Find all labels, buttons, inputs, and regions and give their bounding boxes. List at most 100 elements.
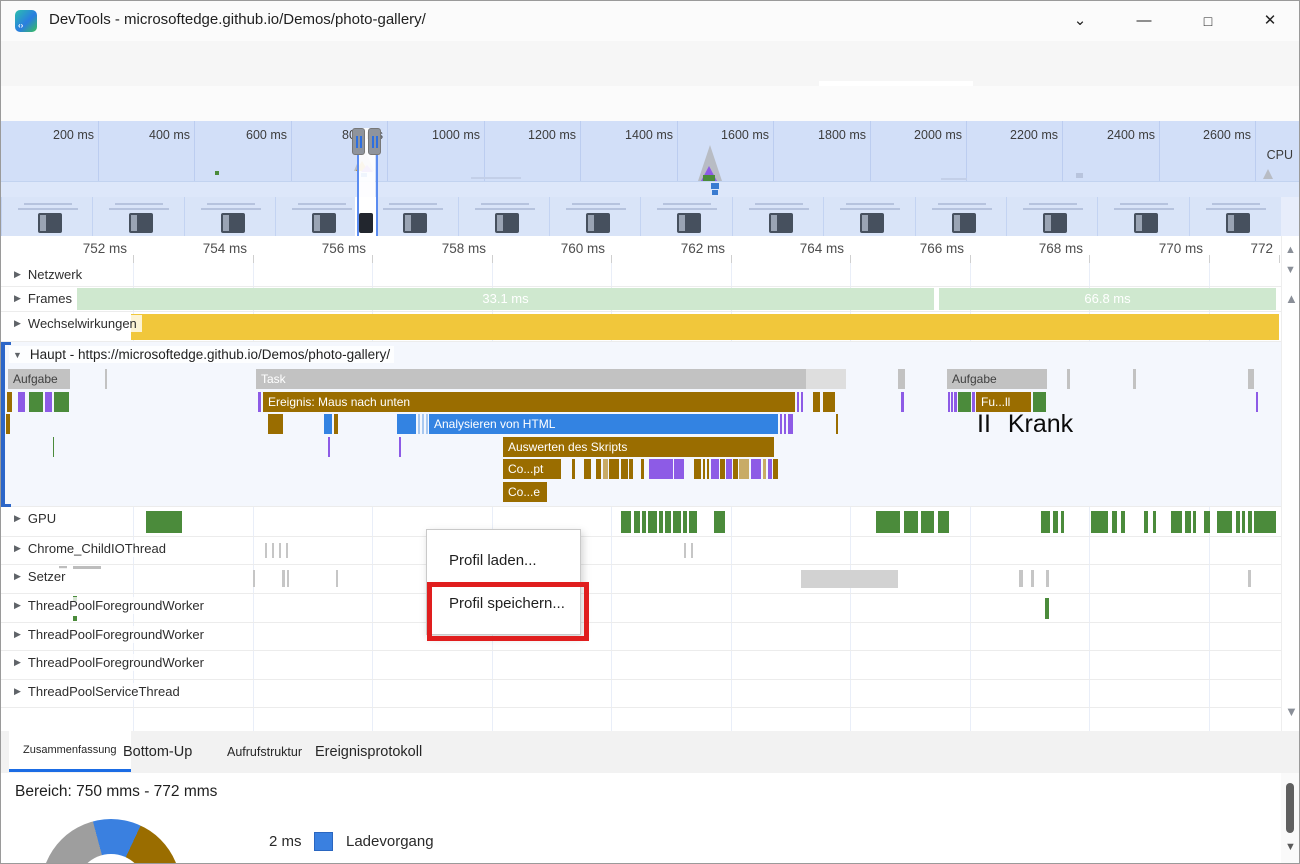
flame-bar-co-pt[interactable]: Co...pt xyxy=(503,459,561,479)
flame-bar-co-e[interactable]: Co...e xyxy=(503,482,547,502)
activity-bar[interactable] xyxy=(1171,511,1182,533)
flame-bar[interactable] xyxy=(954,392,957,412)
film-frame[interactable] xyxy=(92,197,184,236)
scroll-down-icon[interactable]: ▼ xyxy=(1285,841,1296,853)
flame-bar[interactable] xyxy=(958,392,971,412)
film-frame[interactable] xyxy=(1,197,93,236)
film-frame[interactable] xyxy=(275,197,367,236)
activity-bar[interactable] xyxy=(1153,511,1156,533)
activity-bar[interactable] xyxy=(714,511,725,533)
flame-bar[interactable] xyxy=(898,369,905,389)
activity-bar[interactable] xyxy=(1185,511,1191,533)
activity-bar[interactable] xyxy=(691,543,693,558)
expander-icon[interactable]: ▶ xyxy=(14,293,21,304)
film-frame[interactable] xyxy=(549,197,641,236)
activity-bar[interactable] xyxy=(1053,511,1058,533)
activity-bar[interactable] xyxy=(621,511,631,533)
frame-duration-bar[interactable]: 66.8 ms xyxy=(939,288,1276,310)
expander-icon[interactable]: ▶ xyxy=(14,686,21,697)
film-frame[interactable] xyxy=(732,197,824,236)
activity-bar[interactable] xyxy=(1217,511,1232,533)
track-label-chrome-childiothread[interactable]: ▶Chrome_ChildIOThread xyxy=(9,540,171,557)
flame-bar-aufgabe[interactable]: Aufgabe xyxy=(947,369,1047,389)
filmstrip[interactable] xyxy=(1,197,1300,236)
activity-bar[interactable] xyxy=(253,570,255,587)
expander-icon[interactable]: ▶ xyxy=(14,657,21,668)
film-frame[interactable] xyxy=(1189,197,1281,236)
activity-bar[interactable] xyxy=(689,511,697,533)
flame-bar[interactable] xyxy=(780,414,782,434)
film-frame[interactable] xyxy=(1006,197,1098,236)
activity-bar[interactable] xyxy=(1193,511,1196,533)
activity-bar[interactable] xyxy=(634,511,640,533)
activity-bar[interactable] xyxy=(1236,511,1240,533)
activity-bar[interactable] xyxy=(938,511,949,533)
activity-bar[interactable] xyxy=(1144,511,1148,533)
flame-bar[interactable] xyxy=(596,459,601,479)
activity-bar[interactable] xyxy=(904,511,918,533)
summary-scrollbar[interactable]: ▼ xyxy=(1281,773,1300,864)
activity-bar[interactable] xyxy=(1121,511,1125,533)
flame-bar[interactable] xyxy=(972,392,975,412)
flame-bar[interactable] xyxy=(584,459,591,479)
flame-bar[interactable] xyxy=(53,437,54,457)
activity-bar[interactable] xyxy=(1041,511,1050,533)
activity-bar[interactable] xyxy=(642,511,646,533)
flame-bar[interactable] xyxy=(806,369,846,389)
track-label-threadpoolservicethread[interactable]: ▶ThreadPoolServiceThread xyxy=(9,683,185,700)
flame-bar[interactable] xyxy=(813,392,820,412)
expander-icon[interactable]: ▶ xyxy=(14,318,21,329)
flame-bar[interactable] xyxy=(726,459,732,479)
film-frame[interactable] xyxy=(1097,197,1189,236)
film-frame[interactable] xyxy=(366,197,458,236)
activity-bar[interactable] xyxy=(1204,511,1210,533)
flame-bar[interactable] xyxy=(674,459,684,479)
flame-bar[interactable] xyxy=(609,459,619,479)
activity-bar[interactable] xyxy=(876,511,900,533)
activity-bar[interactable] xyxy=(659,511,663,533)
flame-bar[interactable] xyxy=(720,459,725,479)
flame-bar[interactable] xyxy=(739,459,749,479)
flame-bar[interactable] xyxy=(836,414,838,434)
film-frame[interactable] xyxy=(640,197,732,236)
bottom-tab-ereignisprotokoll[interactable]: Ereignisprotokoll xyxy=(301,731,436,772)
flame-bar[interactable] xyxy=(948,392,950,412)
flame-bar[interactable] xyxy=(105,369,107,389)
activity-bar[interactable] xyxy=(272,543,274,558)
activity-bar[interactable] xyxy=(921,511,934,533)
track-label-setzer[interactable]: ▶Setzer xyxy=(9,568,71,585)
flame-bar[interactable] xyxy=(784,414,786,434)
flame-bar[interactable] xyxy=(1248,369,1254,389)
bottom-tab-bottom-up[interactable]: Bottom-Up xyxy=(109,731,206,772)
scroll-down-icon[interactable]: ▼ xyxy=(1285,704,1298,719)
activity-bar[interactable] xyxy=(1046,570,1049,587)
flame-bar[interactable] xyxy=(768,459,772,479)
flame-bar[interactable] xyxy=(422,414,424,434)
expander-icon[interactable]: ▶ xyxy=(14,629,21,640)
film-frame[interactable] xyxy=(915,197,1007,236)
flame-bar-task[interactable]: Task xyxy=(256,369,806,389)
flame-bar[interactable] xyxy=(797,392,799,412)
window-menu-button[interactable]: ⌄ xyxy=(1061,7,1099,35)
flame-bar[interactable] xyxy=(603,459,608,479)
expander-icon[interactable]: ▶ xyxy=(14,571,21,582)
flame-bar[interactable] xyxy=(801,392,803,412)
close-button[interactable]: ✕ xyxy=(1251,7,1289,35)
flame-bar[interactable] xyxy=(773,459,778,479)
flame-bar[interactable] xyxy=(788,414,793,434)
activity-bar[interactable] xyxy=(648,511,657,533)
flame-bar[interactable] xyxy=(951,392,953,412)
flame-bar[interactable] xyxy=(1133,369,1136,389)
activity-bar[interactable] xyxy=(684,543,686,558)
expander-icon[interactable]: ▶ xyxy=(14,600,21,611)
flame-bar[interactable] xyxy=(334,414,338,434)
flame-bar[interactable] xyxy=(763,459,766,479)
flame-bar[interactable] xyxy=(399,437,401,457)
activity-bar[interactable] xyxy=(131,314,1279,340)
activity-bar[interactable] xyxy=(1242,511,1245,533)
activity-bar[interactable] xyxy=(1091,511,1108,533)
activity-bar[interactable] xyxy=(286,543,288,558)
frame-duration-bar[interactable]: 33.1 ms xyxy=(77,288,934,310)
scroll-up-icon[interactable]: ▲ xyxy=(1285,291,1298,306)
track-label-threadpoolforegroundworker-1[interactable]: ▶ThreadPoolForegroundWorker xyxy=(9,597,209,614)
